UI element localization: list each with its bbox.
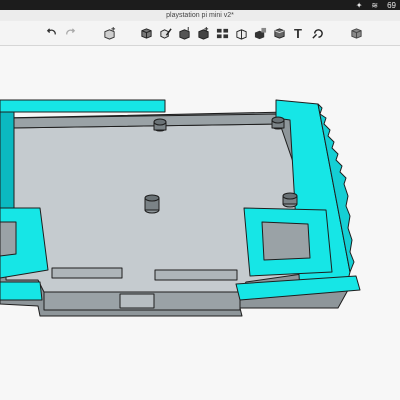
- snap-icon[interactable]: [310, 26, 324, 40]
- left-wall-top: [0, 99, 166, 113]
- pencil-cube-icon[interactable]: [158, 26, 172, 40]
- front-left-cyan: [0, 281, 43, 301]
- redo-icon[interactable]: [63, 26, 77, 40]
- extrude-icon[interactable]: [177, 26, 191, 40]
- pattern-icon[interactable]: [215, 26, 229, 40]
- toolbar: T: [0, 21, 400, 46]
- battery-status[interactable]: 69: [387, 1, 396, 10]
- 3d-viewport[interactable]: [0, 46, 400, 400]
- group-icon[interactable]: [234, 26, 248, 40]
- modify-icon[interactable]: [196, 26, 210, 40]
- standoff-2: [271, 116, 285, 130]
- wifi-icon[interactable]: ≋: [371, 1, 378, 10]
- material-cube-icon[interactable]: [349, 26, 363, 40]
- add-shape-icon[interactable]: [102, 26, 116, 40]
- front-notch: [119, 293, 155, 309]
- cube-icon[interactable]: [139, 26, 153, 40]
- model-scene: [0, 99, 361, 317]
- text-icon[interactable]: T: [291, 26, 305, 41]
- undo-icon[interactable]: [44, 26, 58, 40]
- front-slot-left: [51, 267, 123, 279]
- window-title: playstation pi mini v2*: [0, 10, 400, 21]
- front-slot-right: [154, 269, 238, 281]
- standoff-1: [153, 118, 167, 132]
- tools-icon[interactable]: ✦: [356, 1, 363, 10]
- left-box-hole: [0, 221, 17, 257]
- standoff-3: [144, 194, 160, 214]
- left-wall-front: [0, 111, 15, 213]
- combine-icon[interactable]: [253, 26, 267, 40]
- standoff-4: [282, 192, 298, 208]
- status-tray: ✦ ≋ 69: [356, 0, 396, 10]
- right-box-hole: [261, 221, 311, 261]
- measure-icon[interactable]: [272, 26, 286, 40]
- menu-bar: ✦ ≋ 69: [0, 0, 400, 10]
